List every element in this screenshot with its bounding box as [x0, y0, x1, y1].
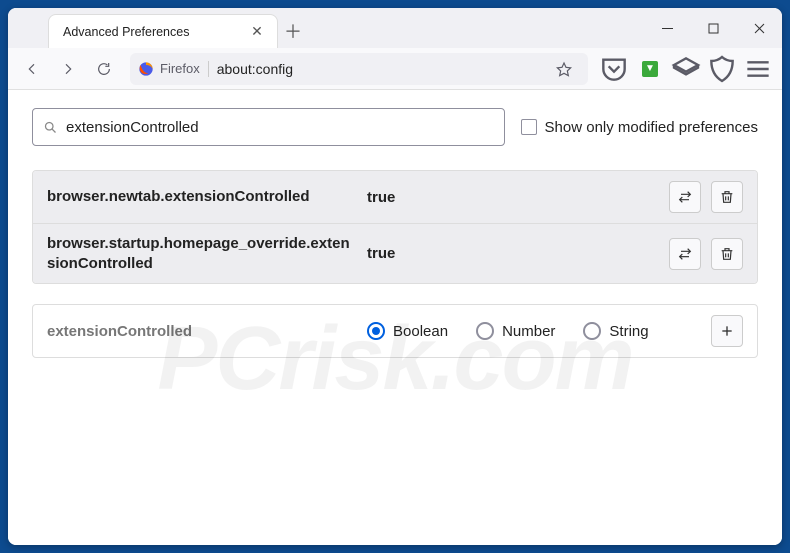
- pocket-icon[interactable]: [598, 54, 630, 84]
- menu-icon[interactable]: [742, 54, 774, 84]
- forward-button[interactable]: [52, 54, 84, 84]
- add-preference-row: extensionControlled Boolean Number Strin…: [32, 304, 758, 358]
- toggle-button[interactable]: [669, 238, 701, 270]
- pref-name: browser.newtab.extensionControlled: [47, 187, 357, 207]
- radio-icon: [476, 322, 494, 340]
- search-input[interactable]: extensionControlled: [32, 108, 505, 146]
- protection-icon[interactable]: [706, 54, 738, 84]
- radio-icon: [367, 322, 385, 340]
- filter-checkbox-row[interactable]: Show only modified preferences: [521, 119, 758, 136]
- bookmark-star-icon[interactable]: [548, 54, 580, 84]
- radio-number[interactable]: Number: [476, 322, 555, 340]
- delete-button[interactable]: [711, 238, 743, 270]
- firefox-logo-icon: [138, 61, 154, 77]
- radio-label: Boolean: [393, 323, 448, 340]
- search-value: extensionControlled: [66, 119, 199, 136]
- radio-string[interactable]: String: [583, 322, 648, 340]
- reload-button[interactable]: [88, 54, 120, 84]
- radio-label: Number: [502, 323, 555, 340]
- pref-name: browser.startup.homepage_override.extens…: [47, 234, 357, 273]
- browser-tab[interactable]: Advanced Preferences ✕: [48, 14, 278, 48]
- checkbox-icon[interactable]: [521, 119, 537, 135]
- new-pref-name: extensionControlled: [47, 323, 357, 340]
- toolbar: Firefox about:config ▼: [8, 48, 782, 90]
- preference-list: browser.newtab.extensionControlled true …: [32, 170, 758, 284]
- tab-title: Advanced Preferences: [63, 25, 247, 39]
- search-row: extensionControlled Show only modified p…: [32, 108, 758, 146]
- site-identity[interactable]: Firefox: [138, 61, 209, 77]
- radio-label: String: [609, 323, 648, 340]
- content-area: extensionControlled Show only modified p…: [8, 90, 782, 545]
- site-identity-label: Firefox: [160, 61, 200, 76]
- type-radio-group: Boolean Number String: [367, 322, 701, 340]
- pref-value: true: [367, 189, 659, 206]
- pref-value: true: [367, 245, 659, 262]
- close-tab-icon[interactable]: ✕: [247, 22, 267, 42]
- filter-label: Show only modified preferences: [545, 119, 758, 136]
- address-bar[interactable]: Firefox about:config: [130, 53, 588, 85]
- new-tab-button[interactable]: ＋: [278, 14, 308, 48]
- delete-button[interactable]: [711, 181, 743, 213]
- back-button[interactable]: [16, 54, 48, 84]
- titlebar: Advanced Preferences ✕ ＋: [8, 8, 782, 48]
- url-text: about:config: [217, 61, 548, 77]
- radio-icon: [583, 322, 601, 340]
- extension-icon[interactable]: ▼: [634, 54, 666, 84]
- preference-row: browser.startup.homepage_override.extens…: [33, 223, 757, 283]
- close-window-button[interactable]: [736, 8, 782, 48]
- maximize-button[interactable]: [690, 8, 736, 48]
- account-icon[interactable]: [670, 54, 702, 84]
- radio-boolean[interactable]: Boolean: [367, 322, 448, 340]
- preference-row: browser.newtab.extensionControlled true: [33, 171, 757, 223]
- toggle-button[interactable]: [669, 181, 701, 213]
- window-controls: [644, 8, 782, 48]
- search-icon: [43, 120, 58, 135]
- minimize-button[interactable]: [644, 8, 690, 48]
- browser-window: Advanced Preferences ✕ ＋ Firefox about:c…: [8, 8, 782, 545]
- add-button[interactable]: [711, 315, 743, 347]
